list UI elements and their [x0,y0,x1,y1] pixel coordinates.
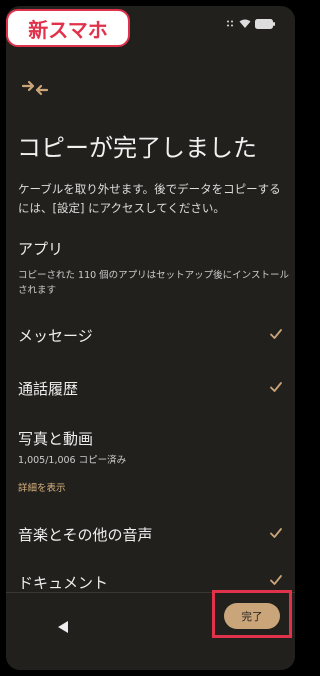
item-label: 写真と動画 [18,430,94,448]
check-icon [270,575,282,585]
transfer-arrows-icon [21,80,49,96]
item-call-history: 通話履歴 [18,378,283,399]
photos-progress-text: 1,005/1,006 コピー済み [18,455,127,466]
item-music-audio: 音楽とその他の音声 [18,524,283,545]
item-label: 音楽とその他の音声 [18,526,153,544]
wifi-icon [239,19,251,28]
check-icon [270,382,282,392]
item-messages: メッセージ [18,325,283,346]
check-icon [270,329,282,339]
item-label: ドキュメント [18,574,109,592]
phone-screen: 新スマホ コピーが完了しました ケーブルを取り外せます。後でデータをコピーするに… [6,6,295,670]
item-photos-videos: 写真と動画 [18,428,283,449]
dots-icon [227,20,233,27]
back-icon[interactable] [57,620,69,634]
show-details-link[interactable]: 詳細を表示 [18,480,66,494]
status-bar [225,19,275,29]
apps-title: アプリ [18,240,64,258]
item-label: メッセージ [18,327,93,345]
apps-subtitle: コピーされた 110 個のアプリはセットアップ後にインストールされます [18,270,289,296]
new-phone-badge: 新スマホ [6,9,130,47]
done-button[interactable]: 完了 [224,603,280,629]
page-title: コピーが完了しました [17,134,257,162]
check-icon [270,528,282,538]
item-label: 通話履歴 [18,380,79,398]
battery-icon [255,19,275,29]
page-description: ケーブルを取り外せます。後でデータをコピーするには、[設定] にアクセスしてくだ… [18,182,281,215]
